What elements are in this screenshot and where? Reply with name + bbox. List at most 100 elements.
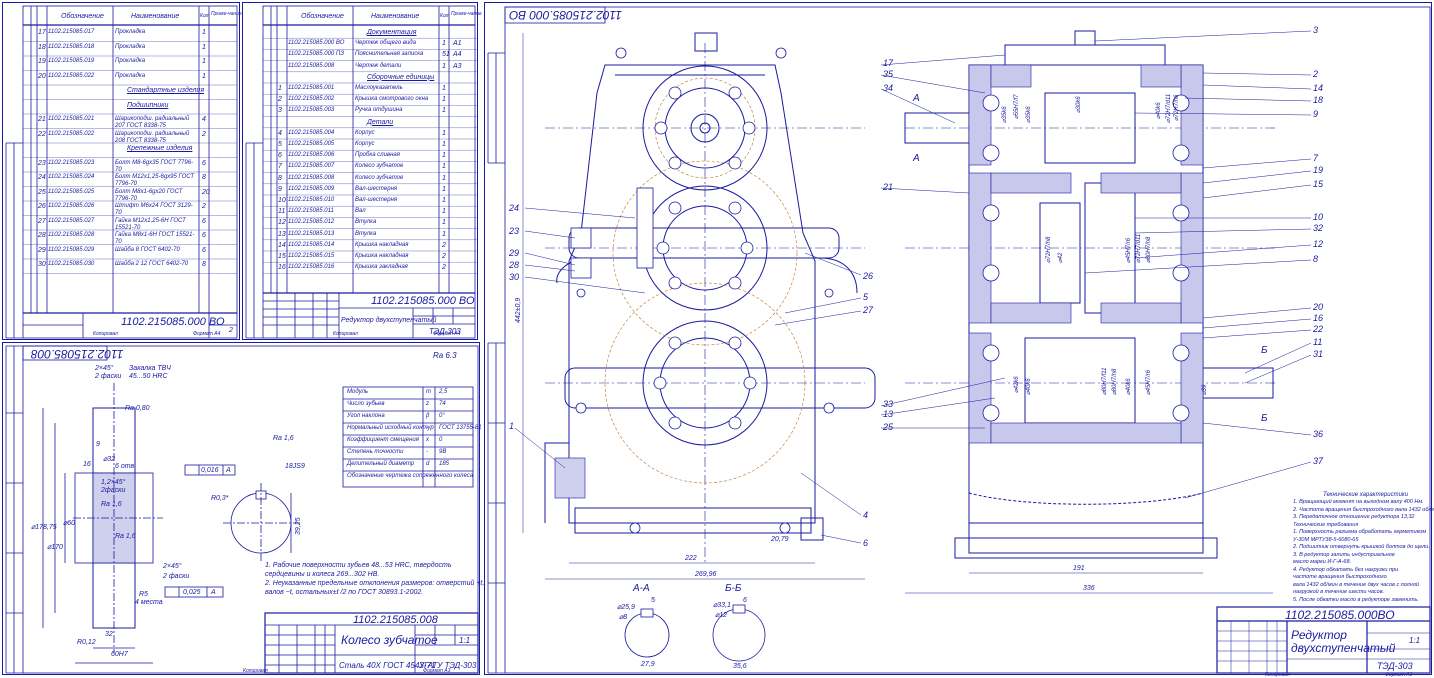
spec-row-designation: 1102.215085.023 xyxy=(48,159,95,166)
spec-row-qty: 1 xyxy=(442,62,446,70)
spec2-format: Формат А4 xyxy=(433,331,461,337)
spec-row-pos: 24 xyxy=(38,174,46,181)
callout-1: 1 xyxy=(509,421,515,431)
spec-row-designation: 1102.215085.022 xyxy=(48,72,95,79)
spec-row-pos: 25 xyxy=(38,188,46,196)
gear-dim-tol2: 0,025 xyxy=(183,589,201,596)
gear-param-sym: d xyxy=(426,461,430,467)
spec-row-pos: 29 xyxy=(38,246,46,254)
dim-width-222: 222 xyxy=(685,555,697,562)
spec-row-pos: 19 xyxy=(38,58,46,65)
gear-param-name: Делительный диаметр xyxy=(347,461,415,467)
callout-37: 37 xyxy=(1313,456,1324,466)
gear-roughness: Ra 6.3 xyxy=(433,351,457,360)
gear-sheet: 1102.215085.008 Ra 6.3 Модуль m 2,5 Число з… xyxy=(2,342,484,675)
callout-32: 32 xyxy=(1313,223,1324,233)
spec-row-pos: 8 xyxy=(278,174,282,182)
gear-dim-ra08: Ra 0,80 xyxy=(125,405,150,412)
cut-b-top: Б xyxy=(1261,345,1268,356)
spec1-copied: Копировал xyxy=(93,331,118,337)
spec2-h-note: Приме-чание xyxy=(451,11,482,17)
spec-section-heading: Подшипники xyxy=(127,101,169,109)
tech-line: 2. Частота вращения быстроходного вала 1… xyxy=(1293,506,1434,513)
spec-row-pos: 11 xyxy=(278,208,286,216)
gear-dim-ra16b: Ra 1,6 xyxy=(115,533,136,540)
spec-row-pos: 15 xyxy=(278,253,286,260)
spec-row-name: Шарикоподш. радиальный 207 ГОСТ 8338-75 xyxy=(115,116,190,129)
spec-row-designation: 1102.215085.013 xyxy=(288,230,335,237)
fit-dim-s10: ⌀45H7/r6 xyxy=(1126,238,1132,263)
fit-dim-s11: ⌀72H7/d11 xyxy=(1136,233,1142,263)
dim-height-442: 442±0,9 xyxy=(515,297,522,323)
spec-row-qty: 2 xyxy=(202,130,206,138)
spec-row-designation: 1102.215085.014 xyxy=(288,241,335,248)
spec-row-designation: 1102.215085.002 xyxy=(288,96,335,103)
gear-dim-b18: 18JS9 xyxy=(285,463,305,470)
tech-line: 5. После обкатки масло в редукторе замен… xyxy=(1293,596,1419,603)
tech-line: 1. Поверхность разъема обработать гермет… xyxy=(1293,529,1427,535)
callout-10: 10 xyxy=(1313,212,1324,222)
spec-row-name: Прокладка xyxy=(115,72,146,79)
gear-dim-n9: 9 xyxy=(96,441,100,448)
tech-line: У-30М МРТУ38-5-6080-65 xyxy=(1293,536,1359,543)
callout-26: 26 xyxy=(863,271,874,281)
spec-row-pos: 4 xyxy=(278,129,282,137)
spec2-h-qty: Кол. xyxy=(440,13,450,19)
gear-dim-d60h7: 60H7 xyxy=(111,651,128,658)
spec-row-pos: 22 xyxy=(38,130,46,138)
gear-dim-d32: ⌀32 xyxy=(103,456,116,463)
spec-row-name: Гайка М8х1-6Н ГОСТ 15521-70 xyxy=(115,232,195,245)
spec-section-heading: Стандартные изделия xyxy=(127,87,205,94)
spec-row-qty: 1 xyxy=(442,219,446,227)
spec-row-pos: 28 xyxy=(38,232,46,239)
spec-row-name: Втулка xyxy=(355,230,377,237)
gear-dim-r12: R0,12 xyxy=(77,639,96,646)
spec-row-designation: 1102.215085.006 xyxy=(288,152,335,159)
spec-row-name: Чертеж общего вида xyxy=(355,40,416,47)
spec-row-designation: 1102.215085.029 xyxy=(48,246,95,253)
spec-row-designation: 1102.215085.011 xyxy=(288,208,334,215)
gear-param-name: Модуль xyxy=(347,389,369,395)
gear-param-sym: - xyxy=(426,425,428,431)
gear-dim-r5b: 4 места xyxy=(135,599,163,606)
spec-row-pos: 30 xyxy=(38,261,46,268)
gear-note-line: сердцевины и колеса 269...302 НВ. xyxy=(265,571,380,578)
gear-dim-ch3b: 2 фаски xyxy=(163,573,190,580)
sec-b-d331: ⌀33,1 xyxy=(713,602,731,609)
spec-row-designation: 1102.215085.008 xyxy=(288,62,335,69)
spec2-h-name: Наименование xyxy=(371,13,420,20)
callout-35: 35 xyxy=(883,69,894,79)
fit-dim-s17: ⌀40k6 xyxy=(1126,378,1132,395)
gear-param-sym: - xyxy=(426,449,428,455)
spec-row-name: Штифт М6х24 ГОСТ 3129-70 xyxy=(115,203,193,216)
gear-note-line: 2. Неуказанные предельные отклонения раз… xyxy=(265,580,485,587)
spec-row-qty: 1 xyxy=(202,29,206,36)
assembly-sheet: 1102.215085.000 ВО 24 23 29 28 30 1 26 5… xyxy=(484,2,1434,678)
assembly-stamp-code: 1102.215085.000ВО xyxy=(1285,608,1395,622)
spec-row-note: А4 xyxy=(453,51,462,59)
callout-5: 5 xyxy=(863,292,869,302)
callout-27: 27 xyxy=(863,305,874,315)
spec-row-qty: 2 xyxy=(202,203,206,210)
fit-dim-s12: ⌀80H7/h8 xyxy=(1146,236,1152,263)
spec2-h-des: Обозначение xyxy=(301,13,344,20)
spec-row-pos: 1 xyxy=(278,85,282,92)
spec-row-qty: 6 xyxy=(202,159,206,167)
spec-row-designation: 1102.215085.009 xyxy=(288,185,335,192)
spec-row-pos: 5 xyxy=(278,141,282,148)
callout-11: 11 xyxy=(1313,337,1323,347)
spec-row-pos: 3 xyxy=(278,107,282,115)
spec-row-name: Прокладка xyxy=(115,58,146,64)
gear-dim-ch1: 2×45° xyxy=(95,365,114,372)
gear-drawing xyxy=(5,345,479,674)
gear-note-line: 1. Рабочие поверхности зубьев 48...53 HR… xyxy=(265,562,452,569)
gear-stamp-mass: 1:1 xyxy=(459,636,471,645)
fit-dim-s3: ⌀35k6 xyxy=(1026,106,1032,123)
spec-row-name: Болт М8х1-6gх20 ГОСТ 7796-70 xyxy=(115,188,183,202)
spec-row-designation: 1102.215085.021 xyxy=(48,116,95,122)
fit-dim-s13: ⌀42k6 xyxy=(1014,376,1020,393)
gear-dim-tolA2: A xyxy=(211,589,216,596)
spec-row-qty: 8 xyxy=(202,261,206,268)
gear-dim-ch2b: 2фаски xyxy=(101,487,126,494)
fit-dim-s14: ⌀40k6 xyxy=(1026,378,1032,395)
